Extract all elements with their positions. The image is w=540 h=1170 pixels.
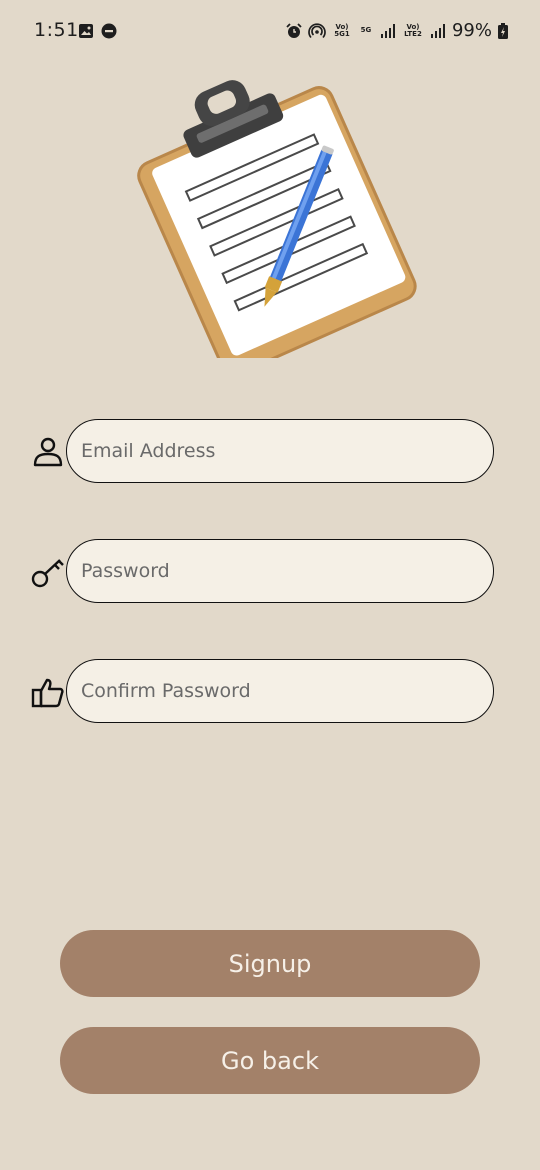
- password-row: [30, 539, 500, 607]
- thumbs-up-icon: [31, 678, 64, 708]
- signal-icon-2: [430, 23, 445, 38]
- email-field[interactable]: [66, 419, 494, 483]
- do-not-disturb-icon: [101, 23, 117, 39]
- gallery-icon: [79, 24, 93, 38]
- key-icon: [31, 559, 64, 588]
- person-icon: [33, 437, 63, 467]
- battery-percent: 99%: [451, 20, 492, 41]
- password-field[interactable]: [66, 539, 494, 603]
- go-back-button[interactable]: Go back: [60, 1027, 480, 1094]
- network-label-2: 5G: [360, 26, 372, 34]
- confirm-password-field[interactable]: [66, 659, 494, 723]
- signal-icon: [380, 23, 395, 38]
- status-time: 1:51: [34, 19, 79, 41]
- alarm-icon: [286, 22, 302, 38]
- confirm-password-row: [30, 659, 500, 727]
- battery-charging-icon: [498, 22, 508, 39]
- email-row: [30, 419, 500, 487]
- clipboard-with-pen-icon: [137, 80, 417, 358]
- hotspot-icon: [308, 22, 326, 38]
- signup-button[interactable]: Signup: [60, 930, 480, 997]
- status-bar: 1:51 Vo) 5G1 5G Vo) LTE2 99%: [0, 0, 540, 62]
- network-label-3: Vo) LTE2: [404, 22, 422, 38]
- network-label-1: Vo) 5G1: [334, 22, 350, 38]
